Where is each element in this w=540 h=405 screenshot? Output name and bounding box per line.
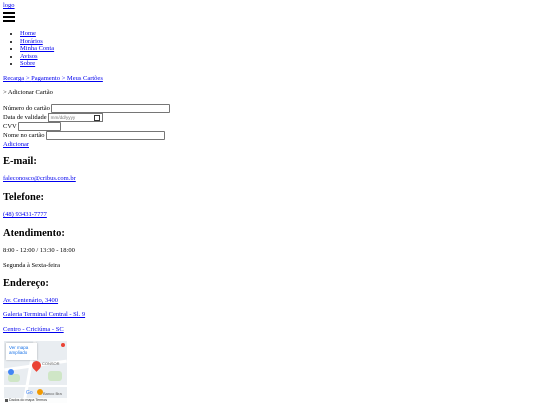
map-data-link[interactable]: Dados do mapa xyxy=(9,398,34,402)
nav-link-sobre[interactable]: Sobre xyxy=(20,60,35,67)
nav-link-horarios[interactable]: Horários xyxy=(20,38,43,45)
expiry-row: Data de validade mm/dd/yyyy xyxy=(3,113,170,122)
email-link[interactable]: faleconosco@cribus.com.br xyxy=(3,175,76,183)
breadcrumb-pagamento[interactable]: Pagamento xyxy=(31,75,60,82)
nav-link-avisos[interactable]: Avisos xyxy=(20,53,38,60)
address-line-3[interactable]: Centro - Criciúma - SC xyxy=(3,326,64,334)
view-larger-map-link[interactable]: Ver mapa ampliado xyxy=(9,345,28,355)
map-park xyxy=(48,371,62,381)
google-logo: Go xyxy=(26,390,33,396)
map-terms-link[interactable]: Termos xyxy=(35,398,47,402)
nav-link-home[interactable]: Home xyxy=(20,30,36,37)
submit-row: Adicionar xyxy=(3,140,170,149)
map-footer: Dados do mapa Termos xyxy=(4,398,67,403)
cvv-input[interactable] xyxy=(17,122,61,131)
nav-item-sobre: Sobre xyxy=(20,60,54,68)
expiry-placeholder: mm/dd/yyyy xyxy=(50,114,76,120)
hamburger-menu-icon[interactable] xyxy=(3,12,15,24)
phone-heading: Telefone: xyxy=(3,192,45,203)
expiry-date-input[interactable]: mm/dd/yyyy xyxy=(47,113,103,122)
calendar-icon[interactable] xyxy=(93,114,100,121)
days-text: Segunda à Sexta-feira xyxy=(3,262,61,269)
card-number-label: Número do cartão xyxy=(3,104,50,112)
hours-text: 8:00 - 12:00 / 13:30 - 18:00 xyxy=(3,247,75,254)
map-park xyxy=(8,374,20,382)
cvv-row: CVV xyxy=(3,122,170,131)
nav-link-minha-conta[interactable]: Minha Conta xyxy=(20,45,54,52)
card-name-label: Nome no cartão xyxy=(3,131,45,139)
email-heading: E-mail: xyxy=(3,156,37,167)
nav-item-horarios: Horários xyxy=(20,38,54,46)
card-name-row: Nome no cartão xyxy=(3,131,170,140)
breadcrumb-meus-cartoes[interactable]: Meus Cartões xyxy=(67,75,103,82)
address-line-2[interactable]: Galeria Terminal Central - Sl. 9 xyxy=(3,311,85,319)
map-embed[interactable]: Ver mapa ampliado CONSOR Banco Bra Go Da… xyxy=(4,341,67,403)
card-number-row: Número do cartão xyxy=(3,104,170,113)
breadcrumb: Recarga > Pagamento > Meus Cartões xyxy=(3,75,103,83)
breadcrumb-recarga[interactable]: Recarga xyxy=(3,75,24,82)
place-marker-icon xyxy=(61,343,65,347)
nav-item-avisos: Avisos xyxy=(20,53,54,61)
cvv-label: CVV xyxy=(3,122,17,130)
main-nav: Home Horários Minha Conta Avisos Sobre xyxy=(3,30,54,68)
breadcrumb-current: > Adicionar Cartão xyxy=(3,89,53,96)
card-number-input[interactable] xyxy=(50,104,170,113)
card-name-input[interactable] xyxy=(45,131,165,140)
map-road xyxy=(4,385,67,387)
breadcrumb-separator[interactable]: > xyxy=(60,75,67,82)
address-line-1[interactable]: Av. Centenário, 3400 xyxy=(3,297,58,305)
map-label: Banco Bra xyxy=(43,391,62,396)
nav-item-minha-conta: Minha Conta xyxy=(20,45,54,53)
nav-item-home: Home xyxy=(20,30,54,38)
keyboard-icon[interactable] xyxy=(5,398,8,402)
map-label: CONSOR xyxy=(42,361,60,366)
hours-heading: Atendimento: xyxy=(3,228,65,239)
add-card-button[interactable]: Adicionar xyxy=(3,141,29,149)
add-card-form: Número do cartão Data de validade mm/dd/… xyxy=(3,104,170,149)
transit-marker-icon xyxy=(8,369,14,375)
logo-link[interactable]: logo xyxy=(3,2,15,10)
expiry-label: Data de validade xyxy=(3,113,47,121)
address-heading: Endereço: xyxy=(3,278,49,289)
map-card[interactable]: Ver mapa ampliado xyxy=(6,343,37,360)
phone-link[interactable]: (48) 93431-7777 xyxy=(3,211,47,219)
